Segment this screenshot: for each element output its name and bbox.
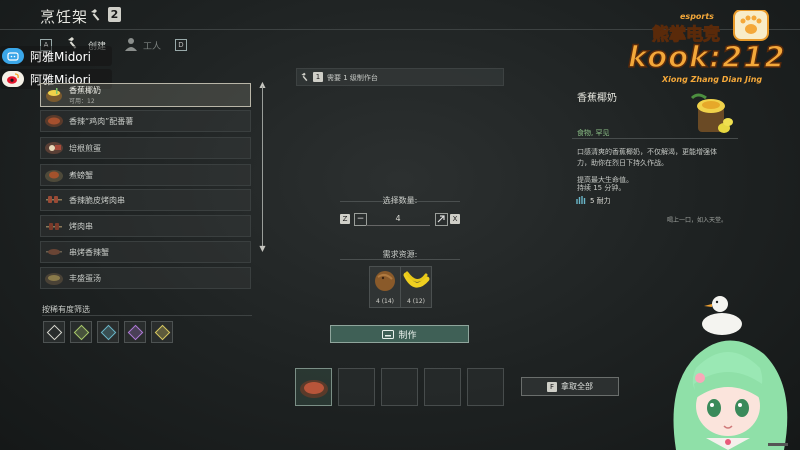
decrease-key: Z	[340, 214, 350, 224]
streamer-name: 阿雅Midori	[30, 49, 91, 64]
recipe-name: 煮螃蟹	[69, 170, 93, 180]
resource-qty: 4 (12)	[406, 298, 426, 305]
scroll-down-arrow[interactable]: ▼	[258, 245, 267, 253]
resource-slot: 4 (14)	[369, 266, 401, 308]
logo-sub: Xiong Zhang Dian Jing	[662, 75, 763, 84]
skewer-icon	[46, 223, 62, 230]
recipe-row[interactable]: 煮螃蟹	[40, 164, 251, 186]
egg-soup-icon	[45, 273, 63, 285]
cooked-dish-icon	[300, 380, 328, 398]
crab-skewer-icon	[46, 249, 62, 255]
diamond-icon	[46, 324, 62, 340]
diamond-icon	[154, 324, 170, 340]
weibo-icon	[2, 71, 24, 87]
item-stamina: 5 耐力	[590, 197, 611, 205]
recipe-row[interactable]: 丰盛蛋汤	[40, 267, 251, 289]
recipe-name: 培根煎蛋	[69, 143, 101, 153]
recipe-row-banana-coconut-milk[interactable]: 香蕉椰奶 可用：12	[40, 83, 251, 107]
recipe-row[interactable]: 香辣“鸡肉”配番薯	[40, 110, 251, 132]
coconut-icon	[375, 271, 395, 291]
recipe-row[interactable]: 培根煎蛋	[40, 137, 251, 159]
filter-rare-button[interactable]	[97, 321, 119, 343]
output-slot[interactable]	[338, 368, 375, 406]
skewer-icon	[46, 196, 62, 203]
recipe-available: 可用：12	[69, 98, 95, 105]
keyboard-icon	[382, 329, 395, 339]
filter-uncommon-button[interactable]	[70, 321, 92, 343]
recipe-name: 串烤香辣蟹	[69, 247, 109, 257]
max-arrow-icon	[437, 215, 445, 223]
craft-button[interactable]: 制作	[330, 325, 469, 343]
diamond-icon	[73, 324, 89, 340]
craft-button-label: 制作	[398, 330, 417, 341]
recipe-name: 香辣“鸡肉”配番薯	[69, 116, 134, 126]
recipe-row[interactable]: 香辣脆皮烤肉串	[40, 189, 251, 211]
item-description: 口感清爽的香蕉椰奶，不仅解渴，更能增强体力，助你在烈日下持久作战。	[577, 148, 717, 167]
increase-key: X	[450, 214, 460, 224]
output-slot[interactable]	[424, 368, 461, 406]
resources-label: 需求资源:	[382, 250, 418, 259]
logo-main: kook:212	[627, 39, 786, 75]
vtuber-avatar	[673, 340, 788, 450]
resource-qty: 4 (14)	[375, 298, 395, 305]
hammer-icon	[91, 9, 100, 21]
filter-epic-button[interactable]	[124, 321, 146, 343]
max-button[interactable]	[435, 213, 448, 226]
level-key: 1	[313, 72, 323, 82]
recipe-name: 香蕉椰奶	[69, 86, 101, 95]
filter-divider	[42, 315, 252, 316]
recipe-name: 烤肉串	[69, 221, 93, 231]
output-slot[interactable]	[295, 368, 332, 406]
item-duration: 持续 15 分钟。	[577, 184, 626, 192]
level-badge: 2	[108, 7, 121, 22]
recipe-name: 丰盛蛋汤	[69, 273, 101, 283]
filter-legendary-button[interactable]	[151, 321, 173, 343]
corner-mark	[768, 443, 788, 446]
worker-icon	[125, 38, 137, 51]
diamond-icon	[127, 324, 143, 340]
output-slot[interactable]	[381, 368, 418, 406]
output-slot[interactable]	[467, 368, 504, 406]
chicken-sweet-potato-icon	[45, 115, 63, 127]
bilibili-icon	[2, 48, 24, 64]
detail-divider	[572, 138, 738, 139]
hammer-icon	[301, 72, 308, 82]
recipe-name: 香辣脆皮烤肉串	[69, 195, 125, 205]
requirement-text: 需要 1 级制作台	[327, 74, 378, 82]
recipe-scrollbar[interactable]	[262, 86, 263, 248]
coconut-drink-illustration	[690, 93, 733, 133]
stream-logo: esports 熊掌电竞 kook:212 Xiong Zhang Dian J…	[626, 9, 786, 86]
take-all-button[interactable]: F 拿取全部	[521, 377, 619, 396]
tab-workers[interactable]: 工人	[143, 39, 161, 52]
tab-key-d: D	[175, 39, 187, 51]
take-all-label: 拿取全部	[561, 382, 593, 391]
crab-icon	[45, 170, 63, 182]
coconut-drink-icon	[46, 88, 62, 102]
banana-icon	[403, 271, 430, 288]
item-flavor-text: 喝上一口，如入天堂。	[667, 217, 728, 224]
recipe-row[interactable]: 烤肉串	[40, 215, 251, 237]
page-title: 烹饪架	[40, 8, 89, 26]
bacon-egg-icon	[45, 142, 63, 154]
resource-slot: 4 (12)	[400, 266, 432, 308]
diamond-icon	[100, 324, 116, 340]
stream-tag-bilibili: 阿雅Midori	[0, 46, 112, 66]
rarity-filter-label: 按稀有度筛选	[42, 305, 90, 314]
recipe-row[interactable]: 串烤香辣蟹	[40, 241, 251, 263]
take-all-key: F	[547, 381, 557, 392]
item-title: 香蕉椰奶	[577, 93, 617, 104]
quantity-label: 选择数量:	[382, 196, 418, 205]
filter-common-button[interactable]	[43, 321, 65, 343]
item-category: 食物, 罕见	[577, 129, 610, 137]
stamina-icon	[576, 196, 586, 204]
quantity-value[interactable]: 4	[366, 213, 430, 226]
